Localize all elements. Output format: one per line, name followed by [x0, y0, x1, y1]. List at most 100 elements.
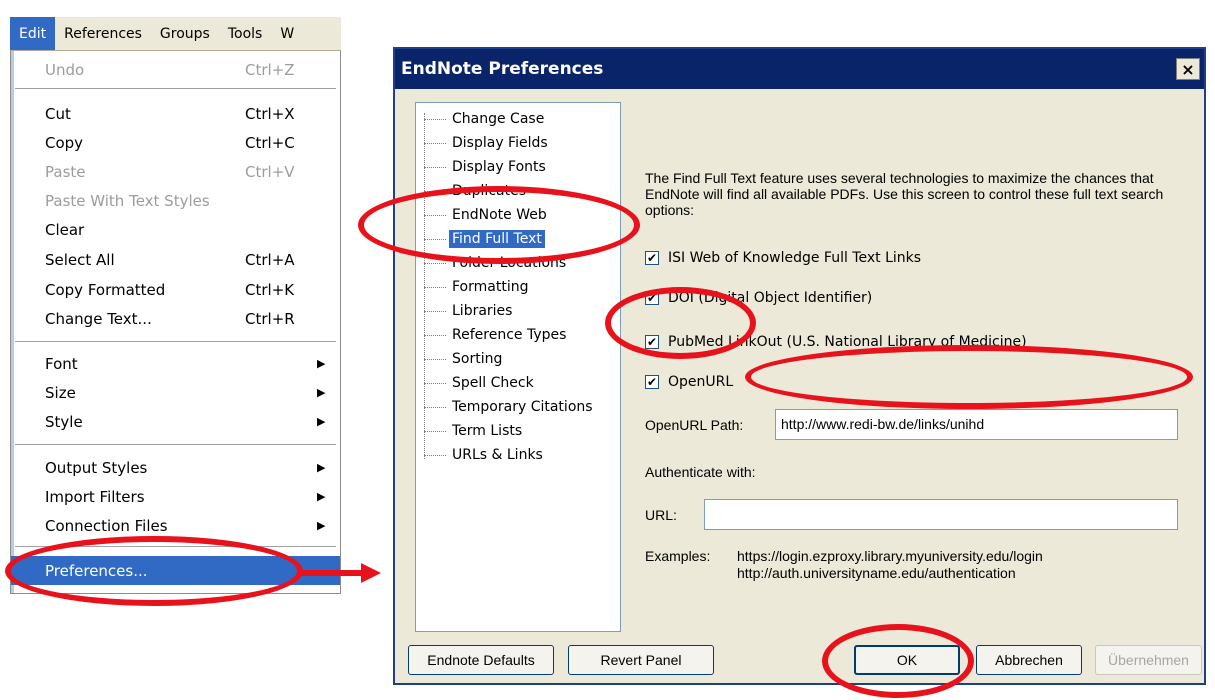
example-line-1: https://login.ezproxy.library.myuniversi…: [737, 548, 1043, 564]
pubmed-checkbox-row[interactable]: ✔ PubMed LinkOut (U.S. National Library …: [645, 334, 1027, 350]
edit-menu-dropdown: Undo Ctrl+Z Cut Ctrl+X Copy Ctrl+C Paste…: [10, 51, 341, 594]
menu-item-font[interactable]: Font ▶: [11, 349, 340, 378]
menu-item-clear[interactable]: Clear: [11, 215, 340, 244]
tree-item-label: Folder Locations: [452, 255, 567, 271]
tree-item-find-full-text[interactable]: Find Full Text: [416, 227, 545, 251]
authenticate-label: Authenticate with:: [645, 464, 756, 480]
tree-item-label: Reference Types: [452, 327, 567, 343]
shortcut-label: Ctrl+Z: [245, 60, 295, 79]
tree-item-spell-check[interactable]: Spell Check: [416, 371, 537, 395]
close-button[interactable]: ×: [1176, 58, 1200, 80]
menu-item-label: Copy: [45, 133, 84, 152]
endnote-defaults-button[interactable]: Endnote Defaults: [408, 645, 554, 675]
panel-description: The Find Full Text feature uses several …: [645, 170, 1164, 218]
menu-item-style[interactable]: Style ▶: [11, 407, 340, 436]
tree-item-formatting[interactable]: Formatting: [416, 275, 531, 299]
tree-item-urls-links[interactable]: URLs & Links: [416, 443, 546, 467]
menu-item-label: Paste: [45, 162, 86, 181]
submenu-arrow-icon: ▶: [317, 490, 326, 503]
menu-item-label: Change Text...: [45, 309, 152, 328]
shortcut-label: Ctrl+V: [245, 162, 295, 181]
openurl-path-input[interactable]: http://www.redi-bw.de/links/unihd: [775, 409, 1178, 440]
shortcut-label: Ctrl+K: [245, 280, 295, 299]
annotation-arrow-line: [297, 570, 363, 576]
tree-item-label: Duplicates: [452, 183, 526, 199]
tree-item-label: Temporary Citations: [452, 399, 593, 415]
url-input[interactable]: [704, 499, 1178, 530]
isi-checkbox[interactable]: ✔: [645, 251, 659, 265]
dialog-titlebar: EndNote Preferences ×: [395, 49, 1204, 89]
menu-item-undo[interactable]: Undo Ctrl+Z: [11, 55, 340, 84]
ok-button[interactable]: OK: [854, 645, 960, 675]
tree-item-folder-locations[interactable]: Folder Locations: [416, 251, 569, 275]
tree-item-temporary-citations[interactable]: Temporary Citations: [416, 395, 596, 419]
preferences-tree: Change Case Display Fields Display Fonts…: [415, 102, 621, 632]
menu-separator: [15, 88, 336, 90]
tree-item-display-fields[interactable]: Display Fields: [416, 131, 551, 155]
openurl-label: OpenURL: [668, 374, 734, 390]
menubar: Edit References Groups Tools W: [10, 17, 341, 51]
menu-item-label: Import Filters: [45, 487, 145, 506]
tree-item-label: Term Lists: [452, 423, 523, 439]
shortcut-label: Ctrl+A: [245, 250, 295, 269]
isi-checkbox-row[interactable]: ✔ ISI Web of Knowledge Full Text Links: [645, 250, 921, 266]
abbrechen-button[interactable]: Abbrechen: [976, 645, 1082, 675]
check-icon: ✔: [646, 375, 658, 389]
menu-item-cut[interactable]: Cut Ctrl+X: [11, 99, 340, 128]
tree-item-endnote-web[interactable]: EndNote Web: [416, 203, 550, 227]
menu-item-paste[interactable]: Paste Ctrl+V: [11, 157, 340, 186]
menu-item-label: Undo: [45, 60, 85, 79]
menu-item-label: Clear: [45, 220, 85, 239]
tree-item-reference-types[interactable]: Reference Types: [416, 323, 569, 347]
menu-item-label: Copy Formatted: [45, 280, 166, 299]
menu-item-change-text[interactable]: Change Text... Ctrl+R: [11, 304, 340, 333]
menu-item-size[interactable]: Size ▶: [11, 378, 340, 407]
openurl-path-label: OpenURL Path:: [645, 417, 744, 433]
annotation-arrow-head: [361, 563, 381, 583]
tree-item-label: Display Fonts: [452, 159, 546, 175]
tree-item-label: Find Full Text: [449, 230, 545, 248]
tree-item-sorting[interactable]: Sorting: [416, 347, 505, 371]
uebernehmen-button[interactable]: Übernehmen: [1095, 645, 1202, 675]
menu-separator: [15, 444, 336, 446]
menu-item-import-filters[interactable]: Import Filters ▶: [11, 482, 340, 511]
tree-item-term-lists[interactable]: Term Lists: [416, 419, 525, 443]
tree-item-display-fonts[interactable]: Display Fonts: [416, 155, 549, 179]
check-icon: ✔: [646, 291, 658, 305]
openurl-checkbox[interactable]: ✔: [645, 375, 659, 389]
menu-item-output-styles[interactable]: Output Styles ▶: [11, 453, 340, 482]
pubmed-checkbox[interactable]: ✔: [645, 335, 659, 349]
menu-item-copy-formatted[interactable]: Copy Formatted Ctrl+K: [11, 275, 340, 304]
menu-edit[interactable]: Edit: [10, 17, 56, 50]
menu-separator: [15, 341, 336, 343]
menu-item-select-all[interactable]: Select All Ctrl+A: [11, 245, 340, 274]
menu-item-copy[interactable]: Copy Ctrl+C: [11, 128, 340, 157]
menu-item-preferences[interactable]: Preferences...: [11, 556, 340, 585]
doi-checkbox-row[interactable]: ✔ DOI (Digital Object Identifier): [645, 290, 872, 306]
menu-item-label: Cut: [45, 104, 71, 123]
doi-label: DOI (Digital Object Identifier): [668, 290, 873, 306]
menu-item-paste-with-text-styles[interactable]: Paste With Text Styles: [11, 186, 340, 215]
tree-item-duplicates[interactable]: Duplicates: [416, 179, 529, 203]
menu-tools[interactable]: Tools: [219, 17, 272, 50]
find-full-text-panel: The Find Full Text feature uses several …: [623, 102, 1198, 632]
tree-item-change-case[interactable]: Change Case: [416, 107, 547, 131]
endnote-preferences-dialog: EndNote Preferences × Change Case Displa…: [393, 47, 1206, 685]
tree-item-label: EndNote Web: [452, 207, 547, 223]
tree-item-label: Formatting: [452, 279, 529, 295]
menu-references[interactable]: References: [55, 17, 151, 50]
revert-panel-button[interactable]: Revert Panel: [568, 645, 714, 675]
submenu-arrow-icon: ▶: [317, 461, 326, 474]
pubmed-label: PubMed LinkOut (U.S. National Library of…: [668, 334, 1027, 350]
doi-checkbox[interactable]: ✔: [645, 291, 659, 305]
menu-separator: [15, 546, 336, 548]
openurl-checkbox-row[interactable]: ✔ OpenURL: [645, 374, 733, 390]
tree-item-libraries[interactable]: Libraries: [416, 299, 515, 323]
check-icon: ✔: [646, 251, 658, 265]
menu-window[interactable]: W: [271, 17, 303, 50]
menu-item-label: Preferences...: [45, 561, 148, 580]
menu-groups[interactable]: Groups: [151, 17, 219, 50]
menu-item-connection-files[interactable]: Connection Files ▶: [11, 511, 340, 540]
example-line-2: http://auth.universityname.edu/authentic…: [737, 565, 1016, 581]
submenu-arrow-icon: ▶: [317, 357, 326, 370]
